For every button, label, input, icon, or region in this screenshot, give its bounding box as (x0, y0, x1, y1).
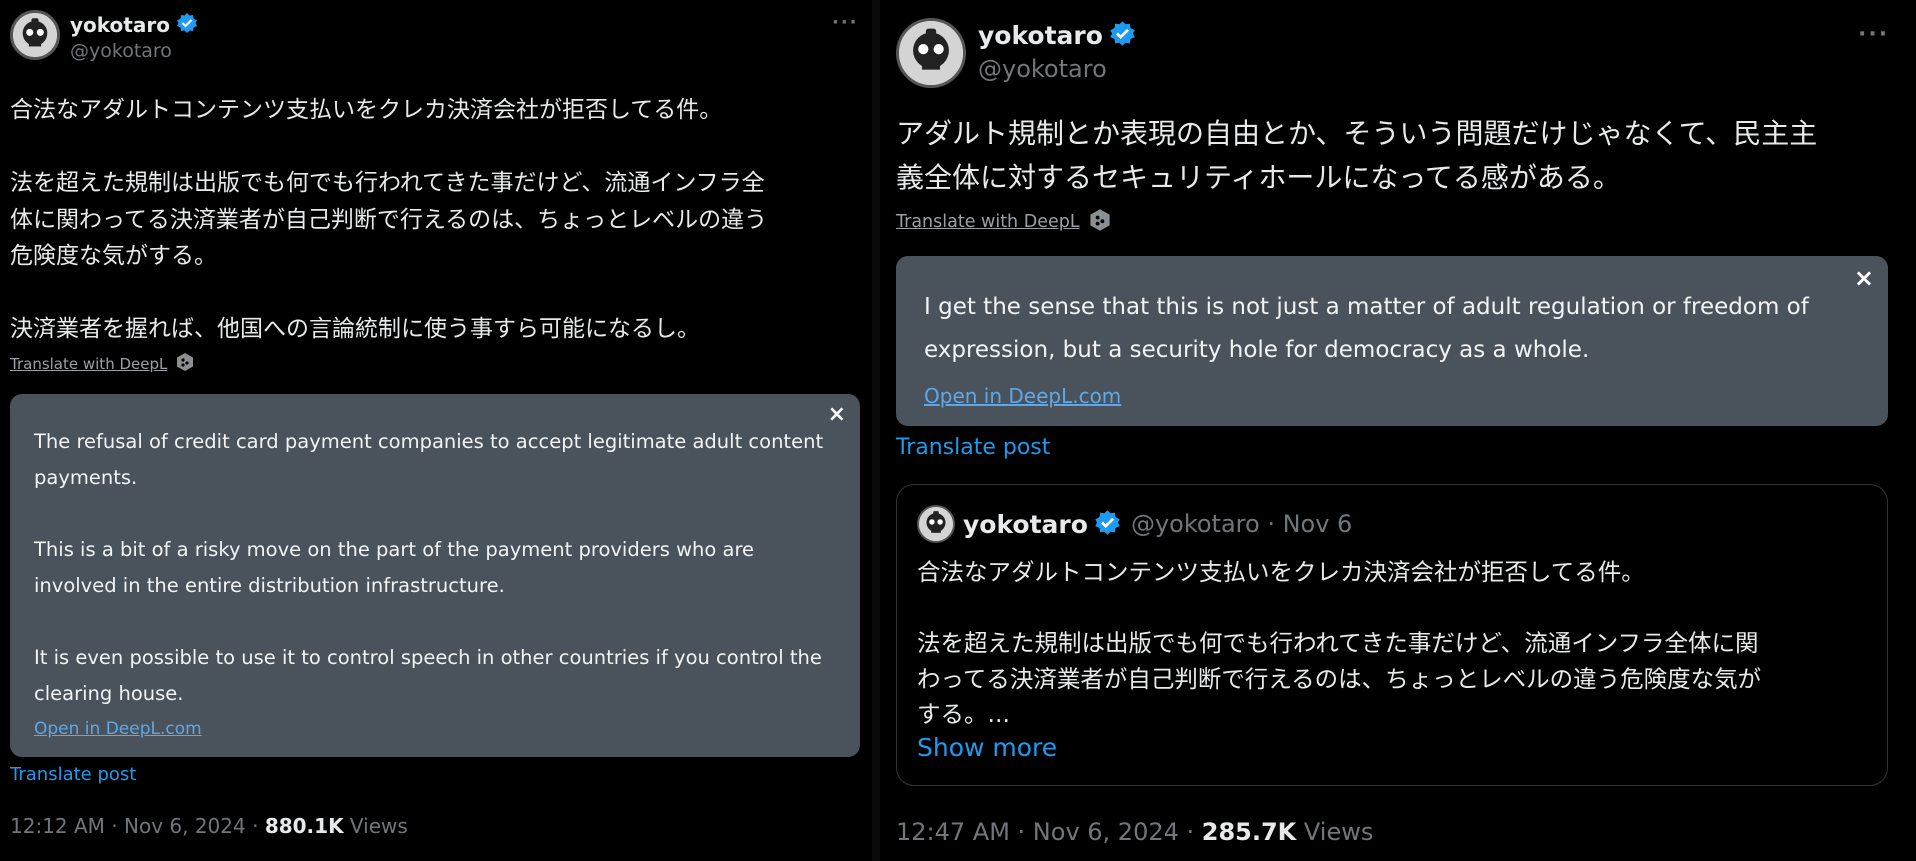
translate-with-deepl[interactable]: Translate with DeepL (10, 352, 195, 376)
post-meta: 12:12 AM · Nov 6, 2024 · 880.1K Views (10, 814, 408, 838)
verified-badge-icon (176, 12, 198, 38)
verified-badge-icon (1094, 509, 1121, 540)
show-more-link[interactable]: Show more (917, 733, 1057, 762)
more-options-icon[interactable]: ··· (1858, 22, 1889, 47)
post-header: yokotaro @yokotaro (896, 18, 1136, 88)
handle[interactable]: @yokotaro (978, 55, 1136, 83)
display-name[interactable]: yokotaro (978, 21, 1103, 50)
translate-post-link[interactable]: Translate post (896, 435, 1050, 460)
views-count: 880.1K (264, 814, 344, 838)
more-options-icon[interactable]: ··· (832, 12, 859, 33)
open-in-deepl-link[interactable]: Open in DeepL.com (924, 384, 1121, 408)
avatar-icon (919, 507, 953, 541)
post-text: 合法なアダルトコンテンツ支払いをクレカ決済会社が拒否してる件。 法を超えた規制は… (10, 97, 768, 342)
views-label: Views (1296, 818, 1374, 846)
views-label: Views (343, 814, 408, 838)
verified-badge-icon (1109, 20, 1136, 51)
translation-text: I get the sense that this is not just a … (924, 294, 1809, 363)
handle[interactable]: @yokotaro (70, 40, 198, 62)
avatar-icon (899, 21, 963, 85)
avatar-icon (13, 13, 57, 57)
quoted-post-header: yokotaro @yokotaro · Nov 6 (917, 505, 1352, 543)
right-post-panel: yokotaro @yokotaro ··· アダルト規制とか表現の自由とか、そ… (880, 0, 1916, 861)
translate-with-deepl[interactable]: Translate with DeepL (896, 208, 1112, 236)
quoted-display-name[interactable]: yokotaro (963, 510, 1088, 539)
post-header: yokotaro @yokotaro (10, 10, 198, 62)
quoted-post-text: 合法なアダルトコンテンツ支払いをクレカ決済会社が拒否してる件。 法を超えた規制は… (917, 558, 1762, 728)
avatar[interactable] (917, 505, 955, 543)
translation-box: × I get the sense that this is not just … (896, 256, 1888, 426)
left-post-panel: yokotaro @yokotaro ··· 合法なアダルトコンテンツ支払いをク… (0, 0, 872, 861)
translate-with-deepl-link[interactable]: Translate with DeepL (896, 212, 1080, 232)
post-text: アダルト規制とか表現の自由とか、そういう問題だけじゃなくて、民主主 義全体に対す… (896, 117, 1818, 194)
views-count: 285.7K (1201, 818, 1297, 846)
translate-post-link[interactable]: Translate post (10, 764, 136, 785)
quoted-post-card[interactable]: yokotaro @yokotaro · Nov 6 合法なアダルトコンテンツ支… (896, 484, 1888, 786)
deepl-icon (1088, 208, 1112, 236)
deepl-icon (175, 352, 195, 376)
timestamp[interactable]: 12:47 AM · Nov 6, 2024 · (896, 818, 1202, 846)
divider (872, 0, 880, 861)
timestamp[interactable]: 12:12 AM · Nov 6, 2024 · (10, 814, 265, 838)
translation-box: × The refusal of credit card payment com… (10, 394, 860, 757)
quoted-handle-date[interactable]: @yokotaro · Nov 6 (1131, 510, 1352, 538)
post-meta: 12:47 AM · Nov 6, 2024 · 285.7K Views (896, 818, 1373, 846)
open-in-deepl-link[interactable]: Open in DeepL.com (34, 719, 202, 739)
display-name[interactable]: yokotaro (70, 13, 170, 37)
avatar[interactable] (896, 18, 966, 88)
translation-text: The refusal of credit card payment compa… (34, 430, 824, 705)
translate-with-deepl-link[interactable]: Translate with DeepL (10, 355, 167, 373)
avatar[interactable] (10, 10, 60, 60)
